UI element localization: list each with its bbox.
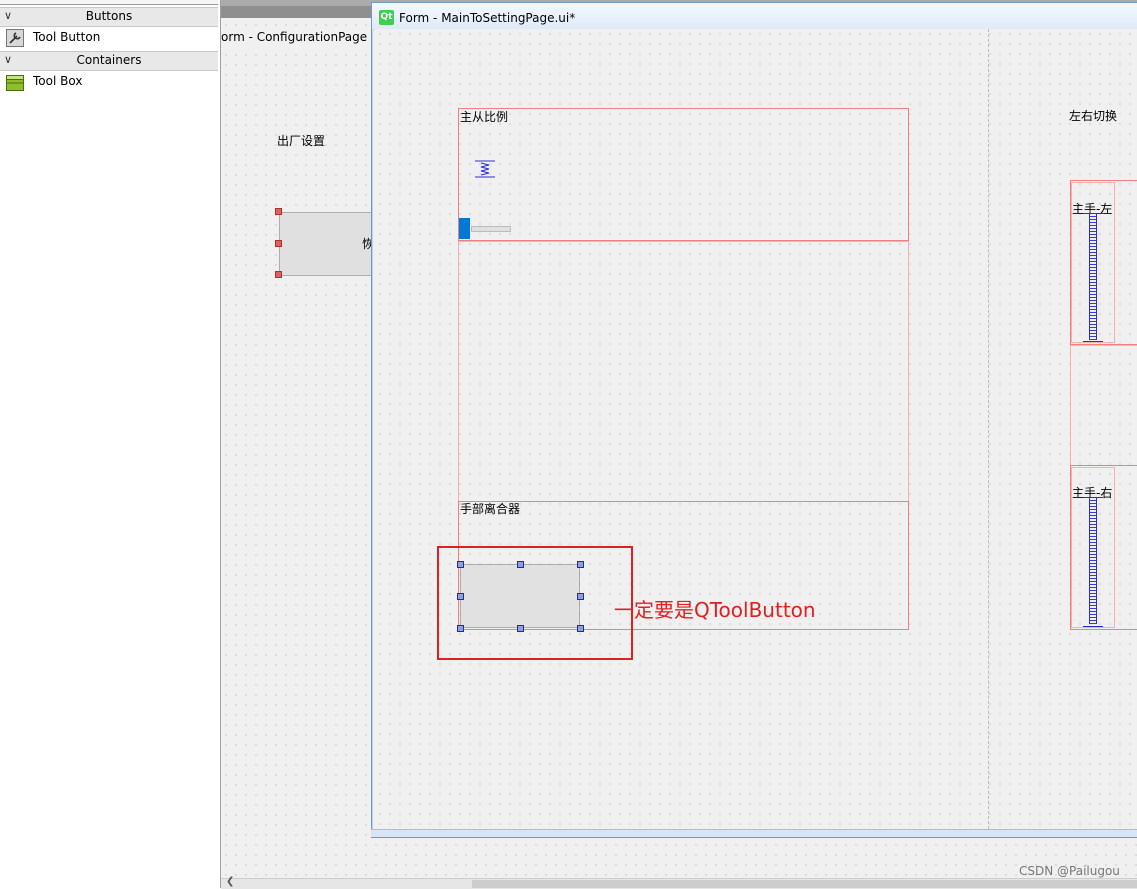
csdn-credit: CSDN @Pailugou — [1019, 864, 1120, 878]
ratio-group-frame[interactable] — [458, 108, 909, 241]
lr-switch-label: 左右切换 — [1069, 109, 1118, 123]
category-containers[interactable]: ∨ Containers — [0, 51, 218, 71]
widget-box-panel: ∨ Buttons Tool Button ∨ Containers Tool … — [0, 0, 221, 888]
widget-item-label: Tool Box — [33, 74, 83, 88]
scrollbar-thumb[interactable] — [472, 880, 1137, 888]
form-bottom-edge — [371, 829, 1137, 837]
ratio-slider-track[interactable] — [471, 226, 511, 232]
ratio-group-label: 主从比例 — [460, 110, 509, 124]
factory-reset-button[interactable] — [279, 212, 375, 276]
vertical-spacer-icon[interactable] — [474, 160, 496, 178]
annotation-text: 一定要是QToolButton — [614, 598, 816, 622]
form-title: Form - MainToSettingPage.ui* — [399, 11, 576, 25]
tool-button-icon — [6, 29, 24, 47]
category-label: Containers — [76, 53, 142, 67]
background-window-titlebar[interactable] — [221, 6, 371, 18]
vertical-spacer-icon[interactable] — [1089, 498, 1097, 624]
spacer-cap — [1083, 341, 1103, 342]
category-label: Buttons — [85, 9, 133, 23]
selection-handle[interactable] — [275, 208, 282, 215]
selection-handle[interactable] — [275, 271, 282, 278]
spacer-cap — [1083, 626, 1103, 627]
hand-clutch-group-label: 手部离合器 — [460, 502, 521, 516]
layout-gap — [458, 241, 909, 502]
ratio-slider-handle[interactable] — [459, 218, 470, 239]
selection-handle[interactable] — [275, 240, 282, 247]
widget-item-tool-button[interactable]: Tool Button — [0, 27, 218, 49]
annotation-highlight-box — [437, 546, 633, 660]
widget-item-tool-box[interactable]: Tool Box — [0, 71, 218, 93]
spacer-cap — [1083, 497, 1103, 498]
widget-filter-edge[interactable] — [0, 0, 218, 5]
background-form-title[interactable]: orm - ConfigurationPage — [221, 30, 368, 50]
factory-settings-label: 出厂设置 — [277, 134, 326, 148]
category-buttons[interactable]: ∨ Buttons — [0, 7, 218, 27]
spacer-cap — [1083, 213, 1103, 214]
tool-box-icon — [6, 75, 24, 91]
scroll-left-arrow-icon[interactable]: ❮ — [226, 876, 234, 887]
qt-logo-icon: Qt — [379, 10, 394, 25]
widget-item-label: Tool Button — [33, 30, 101, 44]
splitter-guide — [988, 29, 989, 829]
vertical-spacer-icon[interactable] — [1089, 214, 1097, 340]
layout-gap — [1070, 345, 1137, 466]
